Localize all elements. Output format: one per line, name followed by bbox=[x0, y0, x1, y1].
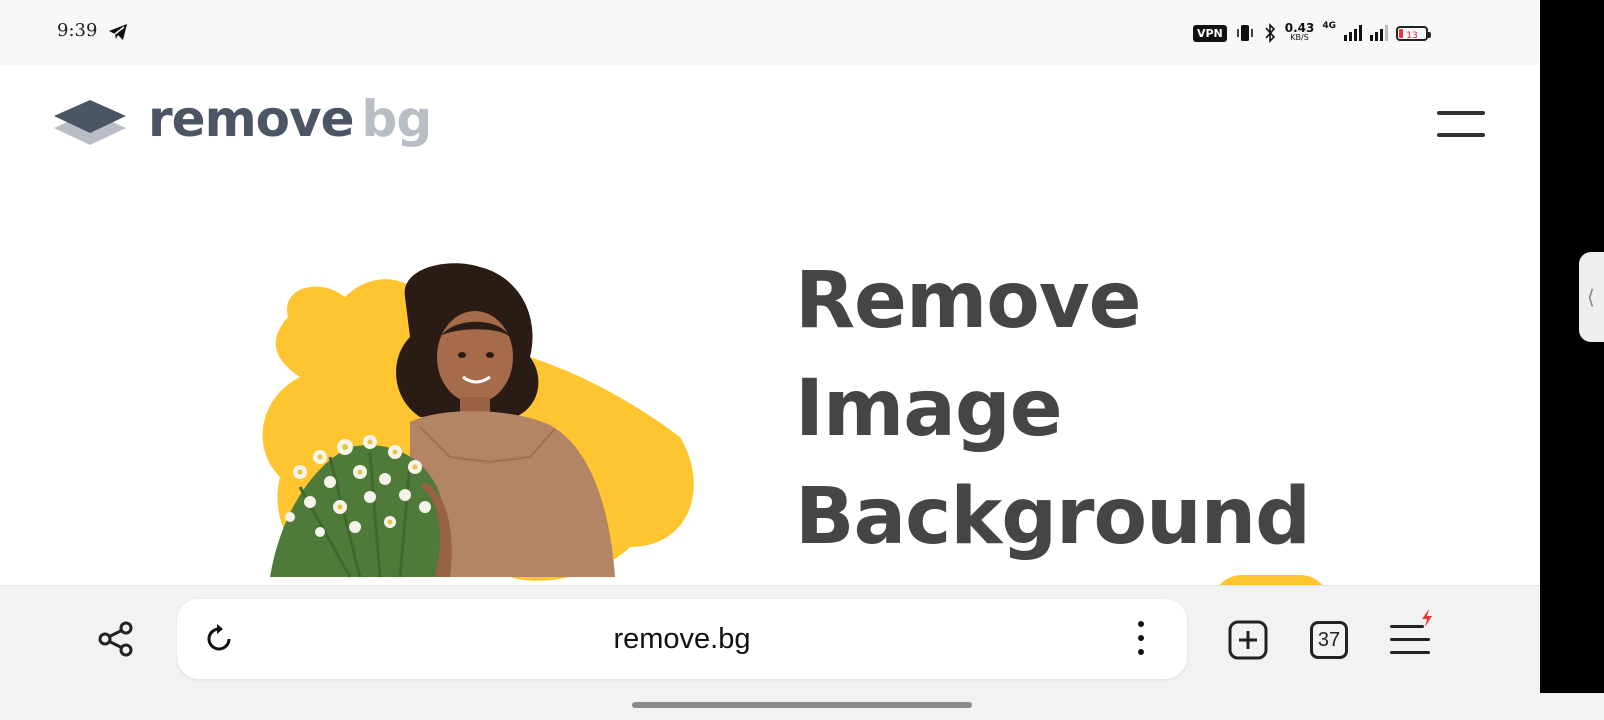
bluetooth-icon bbox=[1265, 23, 1275, 43]
hero-woman-with-flowers-image bbox=[262, 263, 694, 581]
chevron-left-icon: ⟨ bbox=[1587, 285, 1595, 309]
logo-layers-icon[interactable] bbox=[53, 98, 127, 150]
signal-icon-2 bbox=[1370, 25, 1388, 41]
network-type: 4G bbox=[1322, 21, 1336, 31]
headline-line-2: Image bbox=[795, 364, 1063, 454]
battery-icon: 13 bbox=[1396, 25, 1431, 41]
status-bar: 9:39 VPN 0.43 KB/S 4G 13 bbox=[0, 0, 1540, 65]
status-time: 9:39 bbox=[57, 20, 98, 41]
hero-headline: Remove Image Background bbox=[795, 247, 1311, 571]
logo-wordmark[interactable]: remove bg bbox=[148, 90, 433, 148]
new-tab-icon[interactable] bbox=[1228, 620, 1268, 660]
tabs-counter-icon[interactable]: 37 bbox=[1310, 621, 1348, 659]
upload-button-peek[interactable] bbox=[1212, 575, 1330, 585]
hamburger-menu-icon[interactable] bbox=[1437, 111, 1485, 139]
share-icon[interactable] bbox=[96, 619, 136, 659]
vibrate-icon bbox=[1236, 25, 1253, 41]
side-panel-handle[interactable]: ⟨ bbox=[1579, 252, 1604, 342]
side-black-edge bbox=[1540, 0, 1604, 693]
net-speed-unit: KB/S bbox=[1290, 33, 1309, 42]
battery-level: 13 bbox=[1406, 30, 1418, 41]
more-vertical-icon[interactable] bbox=[1135, 621, 1147, 659]
logo-primary: remove bbox=[148, 90, 355, 148]
headline-line-3: Background bbox=[795, 472, 1311, 562]
site-header: remove bg bbox=[0, 65, 1540, 188]
net-speed-value: 0.43 bbox=[1284, 21, 1315, 35]
hero-section: Remove Image Background bbox=[0, 187, 1540, 585]
browser-toolbar: remove.bg 37 bbox=[0, 585, 1540, 694]
signal-icon bbox=[1344, 25, 1362, 41]
logo-secondary: bg bbox=[361, 90, 433, 148]
vpn-badge: VPN bbox=[1192, 24, 1227, 42]
home-indicator[interactable] bbox=[632, 702, 972, 708]
notification-bolt-icon bbox=[1422, 609, 1432, 627]
net-speed: 0.43 KB/S bbox=[1284, 21, 1315, 43]
headline-line-1: Remove bbox=[795, 256, 1142, 346]
telegram-icon bbox=[109, 24, 127, 40]
address-bar[interactable]: remove.bg bbox=[177, 599, 1187, 679]
status-icons: VPN 0.43 KB/S 4G 13 bbox=[1192, 21, 1431, 45]
menu-icon[interactable] bbox=[1390, 609, 1432, 659]
url-text[interactable]: remove.bg bbox=[177, 623, 1187, 656]
